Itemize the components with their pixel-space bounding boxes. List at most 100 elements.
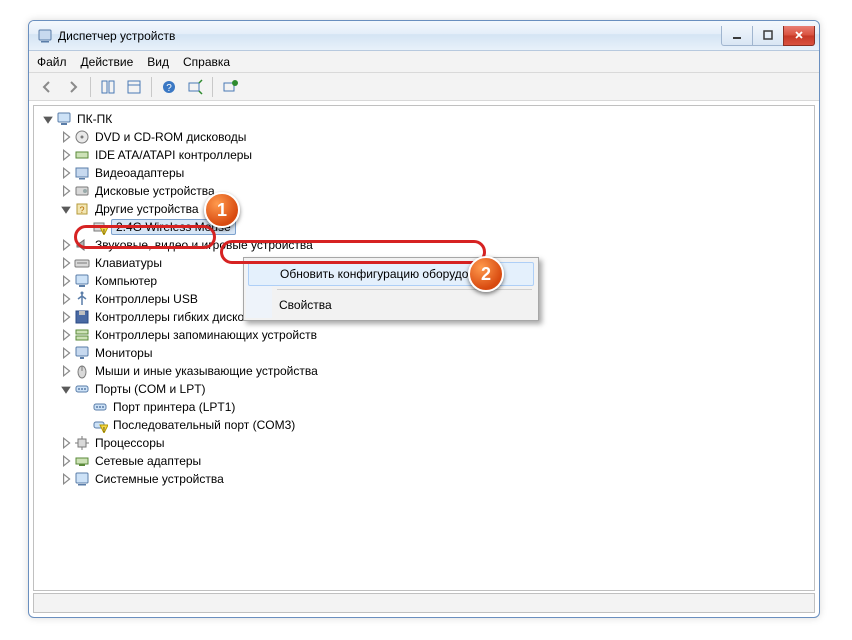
- tree-item-label: Контроллеры запоминающих устройств: [93, 328, 319, 342]
- tree-item-label: Мыши и иные указывающие устройства: [93, 364, 320, 378]
- video-icon: [74, 165, 90, 181]
- svg-text:?: ?: [166, 83, 172, 94]
- menubar: Файл Действие Вид Справка: [29, 51, 819, 73]
- tree-item-label: Процессоры: [93, 436, 167, 450]
- cpu-icon: [74, 435, 90, 451]
- tree-com3[interactable]: !Последовательный порт (COM3): [36, 416, 812, 434]
- menu-file[interactable]: Файл: [37, 55, 67, 69]
- app-icon: [37, 28, 53, 44]
- expander-closed-icon[interactable]: [60, 149, 72, 161]
- tree-item-label: Звуковые, видео и игровые устройства: [93, 238, 315, 252]
- expander-closed-icon[interactable]: [60, 473, 72, 485]
- floppy-icon: [74, 309, 90, 325]
- toolbar: ?: [29, 73, 819, 101]
- expander-closed-icon[interactable]: [60, 257, 72, 269]
- computer-icon: [56, 111, 72, 127]
- monitor-icon: [74, 345, 90, 361]
- tree-item-label: Порты (COM и LPT): [93, 382, 208, 396]
- expander-open-icon[interactable]: [42, 113, 54, 125]
- annotation-callout-1: 1: [204, 192, 240, 228]
- tree-storage[interactable]: Контроллеры запоминающих устройств: [36, 326, 812, 344]
- keyboard-icon: [74, 255, 90, 271]
- tree-audio[interactable]: Звуковые, видео и игровые устройства: [36, 236, 812, 254]
- tree-lpt1[interactable]: Порт принтера (LPT1): [36, 398, 812, 416]
- tree-item-label: Компьютер: [93, 274, 159, 288]
- ide-icon: [74, 147, 90, 163]
- portwarn-icon: !: [92, 417, 108, 433]
- tree-wireless-mouse[interactable]: !2.4G Wireless Mouse: [36, 218, 812, 236]
- disc-icon: [74, 129, 90, 145]
- tree-cpu[interactable]: Процессоры: [36, 434, 812, 452]
- toolbar-properties-button[interactable]: [122, 75, 146, 99]
- warn-icon: !: [92, 219, 108, 235]
- tree-item-label: DVD и CD-ROM дисководы: [93, 130, 248, 144]
- toolbar-forward-button[interactable]: [61, 75, 85, 99]
- audio-icon: [74, 237, 90, 253]
- minimize-button[interactable]: [721, 26, 753, 46]
- usb-icon: [74, 291, 90, 307]
- expander-closed-icon[interactable]: [60, 311, 72, 323]
- computer-icon: [74, 273, 90, 289]
- expander-closed-icon[interactable]: [60, 275, 72, 287]
- annotation-callout-2: 2: [468, 256, 504, 292]
- svg-text:!: !: [103, 427, 105, 433]
- maximize-button[interactable]: [752, 26, 784, 46]
- titlebar: Диспетчер устройств: [29, 21, 819, 51]
- expander-open-icon[interactable]: [60, 203, 72, 215]
- tree-item-label: Мониторы: [93, 346, 154, 360]
- mouse-icon: [74, 363, 90, 379]
- tree-system[interactable]: Системные устройства: [36, 470, 812, 488]
- tree-item-label: Порт принтера (LPT1): [111, 400, 237, 414]
- tree-network[interactable]: Сетевые адаптеры: [36, 452, 812, 470]
- tree-item-label: Видеоадаптеры: [93, 166, 186, 180]
- toolbar-scan-button[interactable]: [183, 75, 207, 99]
- tree-root[interactable]: ПК-ПК: [36, 110, 812, 128]
- tree-item-label: IDE ATA/ATAPI контроллеры: [93, 148, 254, 162]
- expander-open-icon[interactable]: [60, 383, 72, 395]
- toolbar-back-button[interactable]: [35, 75, 59, 99]
- expander-closed-icon[interactable]: [60, 329, 72, 341]
- menu-help[interactable]: Справка: [183, 55, 230, 69]
- tree-ports[interactable]: Порты (COM и LPT): [36, 380, 812, 398]
- svg-text:!: !: [103, 229, 105, 235]
- system-icon: [74, 471, 90, 487]
- close-button[interactable]: [783, 26, 815, 46]
- expander-closed-icon[interactable]: [60, 455, 72, 467]
- tree-ide[interactable]: IDE ATA/ATAPI контроллеры: [36, 146, 812, 164]
- toolbar-refresh-button[interactable]: [218, 75, 242, 99]
- tree-dvd[interactable]: DVD и CD-ROM дисководы: [36, 128, 812, 146]
- expander-closed-icon[interactable]: [60, 293, 72, 305]
- expander-closed-icon[interactable]: [60, 167, 72, 179]
- tree-item-label: Клавиатуры: [93, 256, 164, 270]
- tree-monitors[interactable]: Мониторы: [36, 344, 812, 362]
- toolbar-showhide-button[interactable]: [96, 75, 120, 99]
- net-icon: [74, 453, 90, 469]
- device-tree-panel[interactable]: ПК-ПК DVD и CD-ROM дисководы IDE ATA/ATAP…: [33, 105, 815, 591]
- tree-item-label: Другие устройства: [93, 202, 201, 216]
- tree-item-label: Контроллеры гибких дисков: [93, 310, 253, 324]
- port-icon: [74, 381, 90, 397]
- menu-action[interactable]: Действие: [81, 55, 134, 69]
- tree-item-label: Контроллеры USB: [93, 292, 200, 306]
- other-icon: ?: [74, 201, 90, 217]
- storage-icon: [74, 327, 90, 343]
- context-menu-properties[interactable]: Свойства: [247, 293, 535, 317]
- window-title: Диспетчер устройств: [58, 29, 175, 43]
- tree-other[interactable]: ? Другие устройства: [36, 200, 812, 218]
- device-manager-window: Диспетчер устройств Файл Действие Вид Сп…: [28, 20, 820, 618]
- tree-video[interactable]: Видеоадаптеры: [36, 164, 812, 182]
- disk-icon: [74, 183, 90, 199]
- svg-text:?: ?: [79, 205, 84, 215]
- expander-closed-icon[interactable]: [60, 131, 72, 143]
- expander-closed-icon[interactable]: [60, 185, 72, 197]
- tree-mice[interactable]: Мыши и иные указывающие устройства: [36, 362, 812, 380]
- port-icon: [92, 399, 108, 415]
- expander-closed-icon[interactable]: [60, 437, 72, 449]
- menu-view[interactable]: Вид: [147, 55, 169, 69]
- tree-disk[interactable]: Дисковые устройства: [36, 182, 812, 200]
- expander-closed-icon[interactable]: [60, 365, 72, 377]
- expander-closed-icon[interactable]: [60, 347, 72, 359]
- expander-closed-icon[interactable]: [60, 239, 72, 251]
- statusbar: [33, 593, 815, 613]
- toolbar-help-button[interactable]: ?: [157, 75, 181, 99]
